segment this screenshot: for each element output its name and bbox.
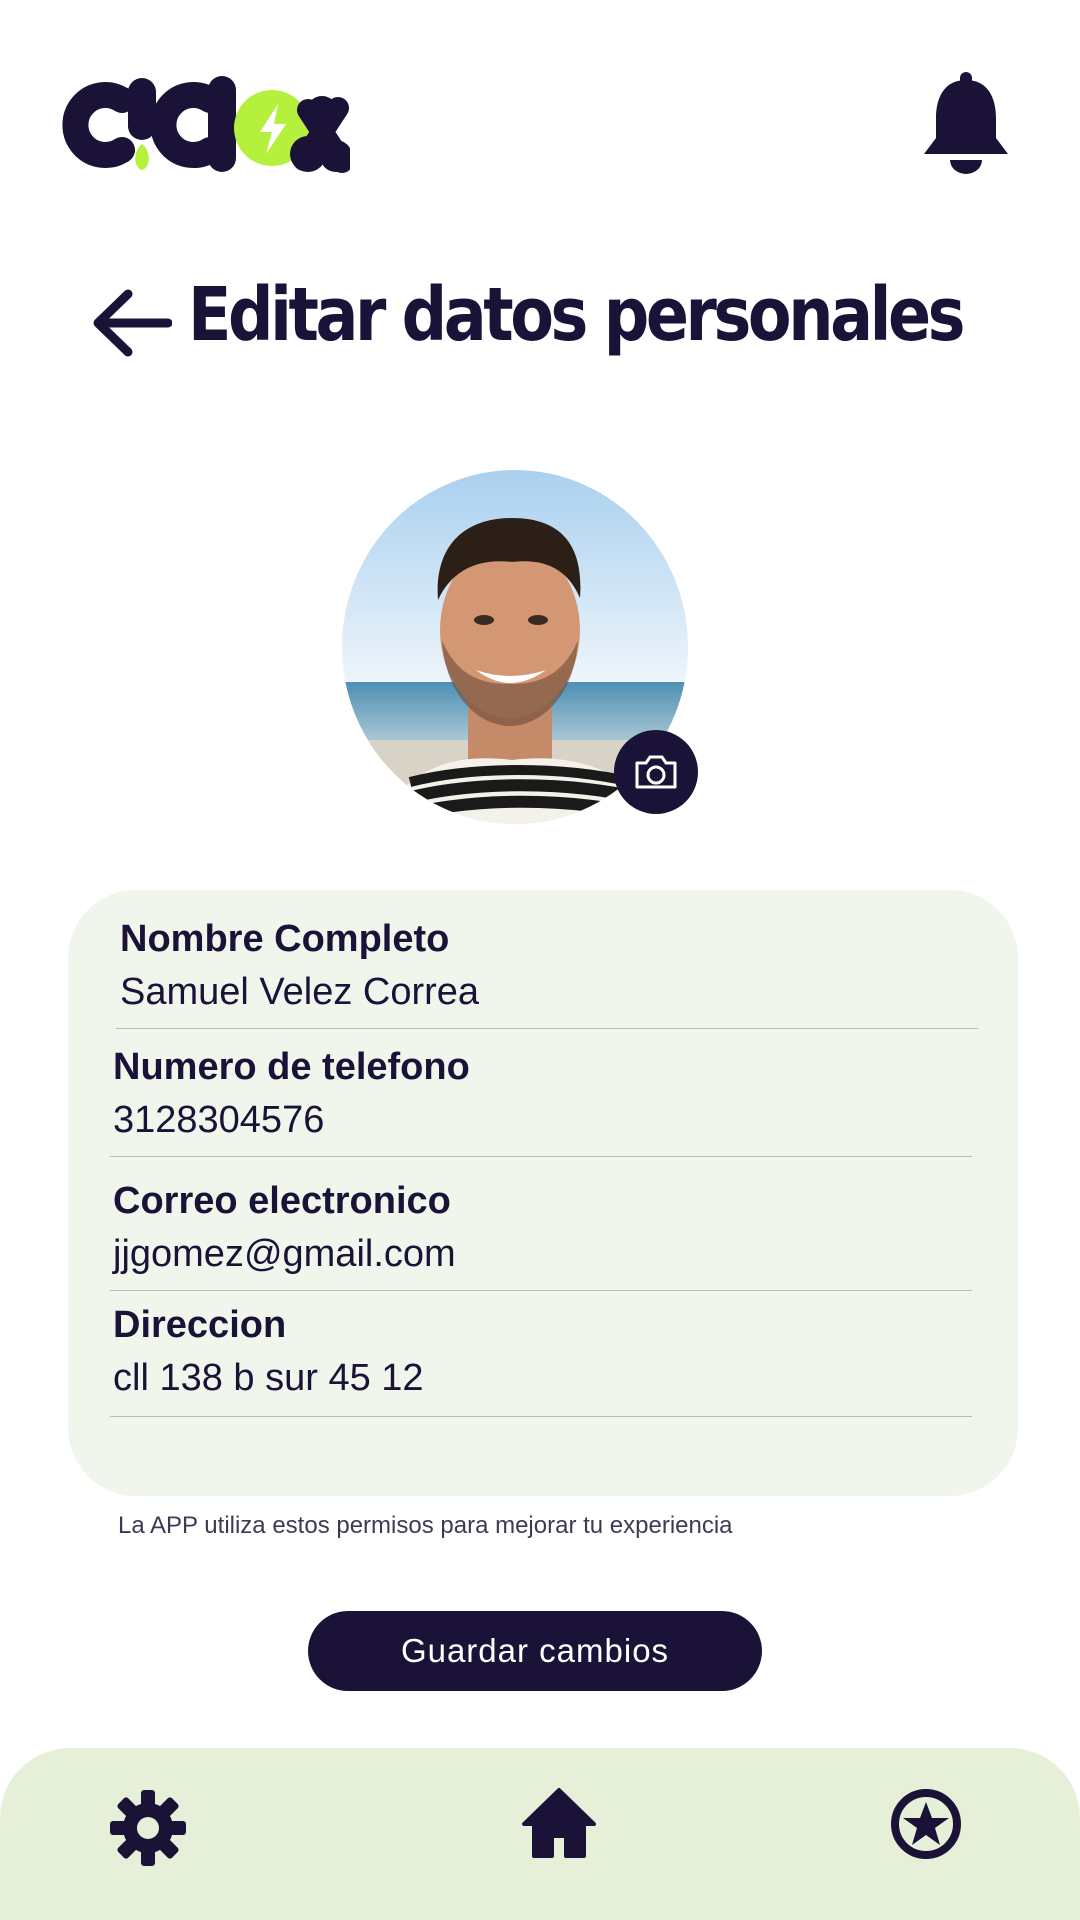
address-field[interactable]: Direccion cll 138 b sur 45 12 xyxy=(113,1304,993,1400)
divider xyxy=(110,1416,972,1417)
permissions-hint: La APP utiliza estos permisos para mejor… xyxy=(118,1512,733,1539)
phone-field[interactable]: Numero de telefono 3128304576 xyxy=(113,1046,993,1142)
brand-logo xyxy=(60,70,350,180)
divider xyxy=(116,1028,978,1029)
page-title: Editar datos personales xyxy=(188,272,966,358)
divider xyxy=(110,1290,972,1291)
save-button[interactable]: Guardar cambios xyxy=(308,1611,762,1691)
field-label: Numero de telefono xyxy=(113,1046,470,1088)
field-value[interactable]: jjgomez@gmail.com xyxy=(113,1233,993,1276)
field-value[interactable]: 3128304576 xyxy=(113,1099,993,1142)
field-label: Direccion xyxy=(113,1304,287,1346)
divider xyxy=(110,1156,972,1157)
field-label: Correo electronico xyxy=(113,1180,451,1222)
star-icon[interactable] xyxy=(890,1788,962,1860)
field-value[interactable]: cll 138 b sur 45 12 xyxy=(113,1357,993,1400)
full-name-field[interactable]: Nombre Completo Samuel Velez Correa xyxy=(120,918,1000,1014)
email-field[interactable]: Correo electronico jjgomez@gmail.com xyxy=(113,1180,993,1276)
personal-data-card: Nombre Completo Samuel Velez Correa Nume… xyxy=(68,890,1018,1496)
field-label: Nombre Completo xyxy=(120,918,450,960)
back-arrow-icon[interactable] xyxy=(92,288,172,358)
bell-icon[interactable] xyxy=(922,72,1010,176)
change-photo-button[interactable] xyxy=(614,730,698,814)
camera-icon xyxy=(635,755,677,789)
field-value[interactable]: Samuel Velez Correa xyxy=(120,971,1000,1014)
gear-icon[interactable] xyxy=(110,1790,186,1866)
home-icon[interactable] xyxy=(522,1786,596,1860)
bottom-nav xyxy=(0,1748,1080,1920)
